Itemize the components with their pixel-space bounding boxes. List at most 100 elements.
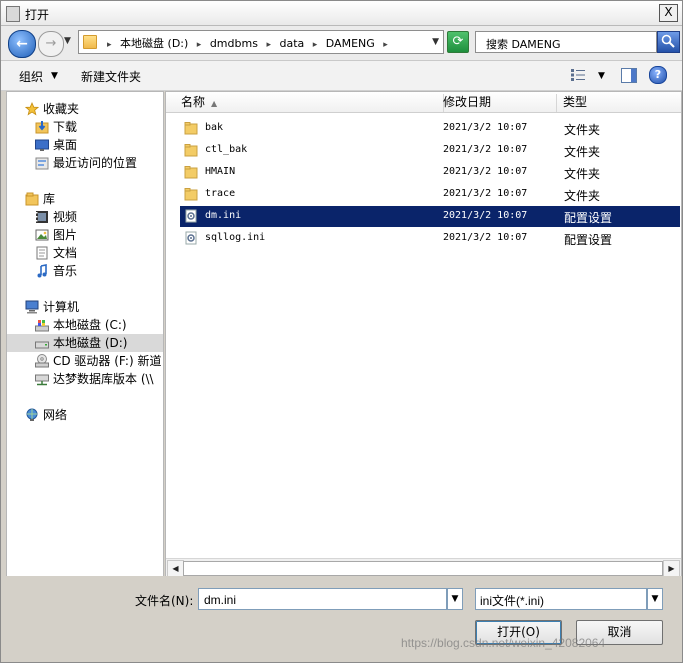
tree-label: 最近访问的位置 — [53, 156, 138, 170]
file-row-bak[interactable]: bak 2021/3/2 10:07 文件夹 — [180, 118, 680, 139]
tree-item-desktop[interactable]: 桌面 — [35, 136, 77, 154]
video-icon — [35, 210, 49, 224]
forward-button[interactable]: → — [38, 31, 64, 57]
tree-item-downloads[interactable]: 下载 — [35, 118, 77, 136]
file-row-hmain[interactable]: HMAIN 2021/3/2 10:07 文件夹 — [180, 162, 680, 183]
horizontal-scrollbar[interactable]: ◀ ▶ — [166, 558, 681, 576]
folder-icon — [83, 35, 97, 49]
tree-label: 达梦数据库版本 (\\ — [53, 372, 154, 386]
file-date: 2021/3/2 10:07 — [443, 188, 528, 199]
config-file-icon — [184, 231, 198, 245]
breadcrumb-dmdbms[interactable]: dmdbms — [210, 37, 258, 50]
chevron-down-icon[interactable]: ▼ — [51, 71, 58, 81]
file-date: 2021/3/2 10:07 — [443, 144, 528, 155]
tree-computer[interactable]: 计算机 — [25, 298, 79, 316]
search-input[interactable]: 搜索 DAMENG — [475, 31, 657, 53]
crumb-separator[interactable]: ▸ — [197, 40, 202, 50]
preview-pane-icon[interactable] — [621, 68, 637, 83]
title-bar: 打开 X — [1, 1, 682, 26]
file-type: 文件夹 — [564, 145, 601, 159]
config-file-icon — [184, 209, 198, 223]
file-list-pane: 名称 ▲ 修改日期 类型 bak 2021/3/2 10:07 文件夹 ctl_b… — [165, 91, 682, 577]
tree-item-recent-places[interactable]: 最近访问的位置 — [35, 154, 137, 172]
file-type: 配置设置 — [564, 233, 613, 247]
crumb-separator[interactable]: ▸ — [266, 40, 271, 50]
breadcrumb-data[interactable]: data — [279, 37, 304, 50]
file-name: dm.ini — [205, 210, 242, 221]
file-name: bak — [205, 122, 224, 133]
scroll-left-button[interactable]: ◀ — [167, 560, 184, 576]
scroll-right-button[interactable]: ▶ — [663, 560, 680, 576]
column-header-name[interactable]: 名称 ▲ — [174, 94, 444, 112]
tree-item-music[interactable]: 音乐 — [35, 262, 77, 280]
column-header-row: 名称 ▲ 修改日期 类型 — [166, 92, 681, 113]
crumb-separator[interactable]: ▸ — [107, 40, 112, 50]
address-dropdown[interactable]: ▼ — [432, 37, 439, 47]
tree-item-documents[interactable]: 文档 — [35, 244, 77, 262]
dialog-footer: 文件名(N): ▼ ini文件(*.ini) ▼ 打开(O) 取消 https:… — [1, 576, 682, 662]
file-type-select[interactable]: ini文件(*.ini) — [475, 588, 647, 610]
filename-dropdown[interactable]: ▼ — [447, 588, 463, 610]
file-type: 文件夹 — [564, 167, 601, 181]
dialog-title: 打开 — [25, 8, 50, 22]
download-folder-icon — [35, 120, 49, 134]
star-icon — [24, 101, 40, 116]
file-type: 文件夹 — [564, 123, 601, 137]
scroll-thumb[interactable] — [183, 561, 663, 576]
folder-icon — [184, 165, 198, 179]
refresh-button[interactable]: ⟳ — [447, 31, 469, 53]
cd-drive-icon — [35, 353, 49, 368]
search-button[interactable] — [657, 31, 680, 53]
file-type: 配置设置 — [564, 211, 613, 225]
system-drive-icon — [35, 318, 49, 332]
tree-item-drive-c[interactable]: 本地磁盘 (C:) — [35, 316, 127, 334]
filename-input[interactable] — [202, 591, 441, 609]
library-icon — [25, 192, 39, 206]
new-folder-button[interactable]: 新建文件夹 — [81, 68, 141, 85]
filename-field[interactable] — [198, 588, 447, 610]
organize-button[interactable]: 组织 — [19, 68, 43, 85]
column-header-date[interactable]: 修改日期 — [436, 94, 557, 112]
help-icon[interactable]: ? — [649, 66, 667, 84]
tree-item-videos[interactable]: 视频 — [35, 208, 77, 226]
file-row-trace[interactable]: trace 2021/3/2 10:07 文件夹 — [180, 184, 680, 205]
tree-network[interactable]: 网络 — [25, 406, 67, 424]
tree-label: 音乐 — [53, 264, 78, 278]
file-name: HMAIN — [205, 166, 236, 177]
file-row-dm-ini[interactable]: dm.ini 2021/3/2 10:07 配置设置 — [180, 206, 680, 227]
tree-item-cd-drive[interactable]: CD 驱动器 (F:) 新道 — [35, 352, 161, 370]
recent-locations-dropdown[interactable]: ▼ — [64, 36, 73, 46]
tree-label: 图片 — [53, 228, 78, 242]
computer-icon — [25, 300, 39, 314]
breadcrumb-drive-d[interactable]: 本地磁盘 (D:) — [120, 37, 188, 50]
desktop-icon — [35, 138, 49, 152]
tree-item-drive-d[interactable]: 本地磁盘 (D:) — [7, 334, 163, 352]
folder-icon — [184, 143, 198, 157]
tree-label: 本地磁盘 (C:) — [53, 318, 127, 332]
file-type-dropdown[interactable]: ▼ — [647, 588, 663, 610]
file-row-ctl-bak[interactable]: ctl_bak 2021/3/2 10:07 文件夹 — [180, 140, 680, 161]
filename-label: 文件名(N): — [135, 594, 194, 608]
tree-favorites[interactable]: 收藏夹 — [24, 100, 80, 118]
view-options-dropdown[interactable]: ▼ — [598, 71, 605, 81]
column-header-type[interactable]: 类型 — [556, 94, 681, 112]
file-date: 2021/3/2 10:07 — [443, 232, 528, 243]
crumb-separator[interactable]: ▸ — [313, 40, 318, 50]
change-view-icon[interactable] — [571, 69, 585, 81]
crumb-separator[interactable]: ▸ — [383, 40, 388, 50]
file-date: 2021/3/2 10:07 — [443, 210, 528, 221]
file-type: 文件夹 — [564, 189, 601, 203]
watermark: https://blog.csdn.net/weixin_42082064 — [401, 636, 606, 650]
search-icon — [661, 34, 675, 48]
tree-item-network-drive[interactable]: 达梦数据库版本 (\\ — [35, 370, 154, 388]
address-bar[interactable]: ▸ 本地磁盘 (D:) ▸ dmdbms ▸ data ▸ DAMENG ▸ ▼ — [78, 30, 444, 54]
back-button[interactable]: ← — [8, 30, 36, 58]
close-button[interactable]: X — [659, 4, 678, 22]
breadcrumb-dameng[interactable]: DAMENG — [326, 37, 375, 50]
search-placeholder: 搜索 DAMENG — [486, 38, 561, 51]
tree-label: 收藏夹 — [43, 102, 80, 116]
tree-libraries[interactable]: 库 — [25, 190, 55, 208]
file-row-sqllog-ini[interactable]: sqllog.ini 2021/3/2 10:07 配置设置 — [180, 228, 680, 249]
file-name: trace — [205, 188, 236, 199]
tree-item-pictures[interactable]: 图片 — [35, 226, 77, 244]
